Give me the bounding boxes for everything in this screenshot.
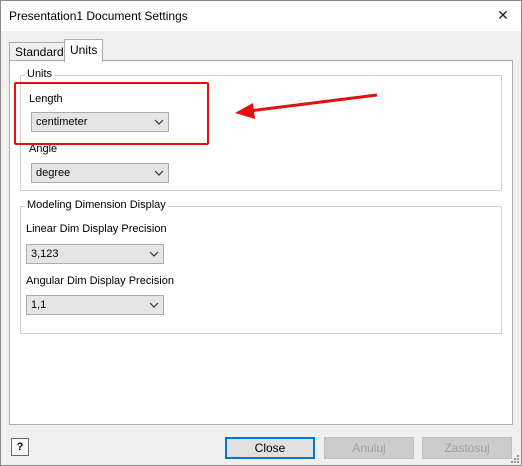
resize-grip-icon[interactable] <box>509 453 519 463</box>
cancel-button[interactable]: Anuluj <box>324 437 414 459</box>
linear-precision-value: 3,123 <box>31 248 59 260</box>
units-group-label: Units <box>25 68 55 80</box>
linear-precision-select[interactable]: 3,123 <box>26 244 164 264</box>
help-button[interactable]: ? <box>11 438 29 456</box>
angle-value: degree <box>36 167 71 179</box>
apply-button[interactable]: Zastosuj <box>422 437 512 459</box>
window-title: Presentation1 Document Settings <box>9 9 188 23</box>
angular-precision-label: Angular Dim Display Precision <box>26 275 174 287</box>
tab-units[interactable]: Units <box>64 39 104 62</box>
modeling-group-label: Modeling Dimension Display <box>25 199 168 211</box>
arrow-icon <box>235 93 378 119</box>
angle-select[interactable]: degree <box>31 163 169 183</box>
angular-precision-select[interactable]: 1,1 <box>26 295 164 315</box>
modeling-dimension-group: Modeling Dimension Display Linear Dim Di… <box>20 199 502 334</box>
chevron-down-icon <box>154 170 164 176</box>
document-settings-dialog: Presentation1 Document Settings ✕ Standa… <box>0 0 522 466</box>
close-button[interactable]: Close <box>225 437 315 459</box>
linear-precision-label: Linear Dim Display Precision <box>26 223 167 235</box>
chevron-down-icon <box>149 302 159 308</box>
tab-standard[interactable]: Standard <box>9 42 70 61</box>
chevron-down-icon <box>149 251 159 257</box>
title-bar: Presentation1 Document Settings ✕ <box>1 1 521 31</box>
close-icon[interactable]: ✕ <box>493 5 513 25</box>
angular-precision-value: 1,1 <box>31 299 47 311</box>
highlight-box <box>14 82 209 145</box>
